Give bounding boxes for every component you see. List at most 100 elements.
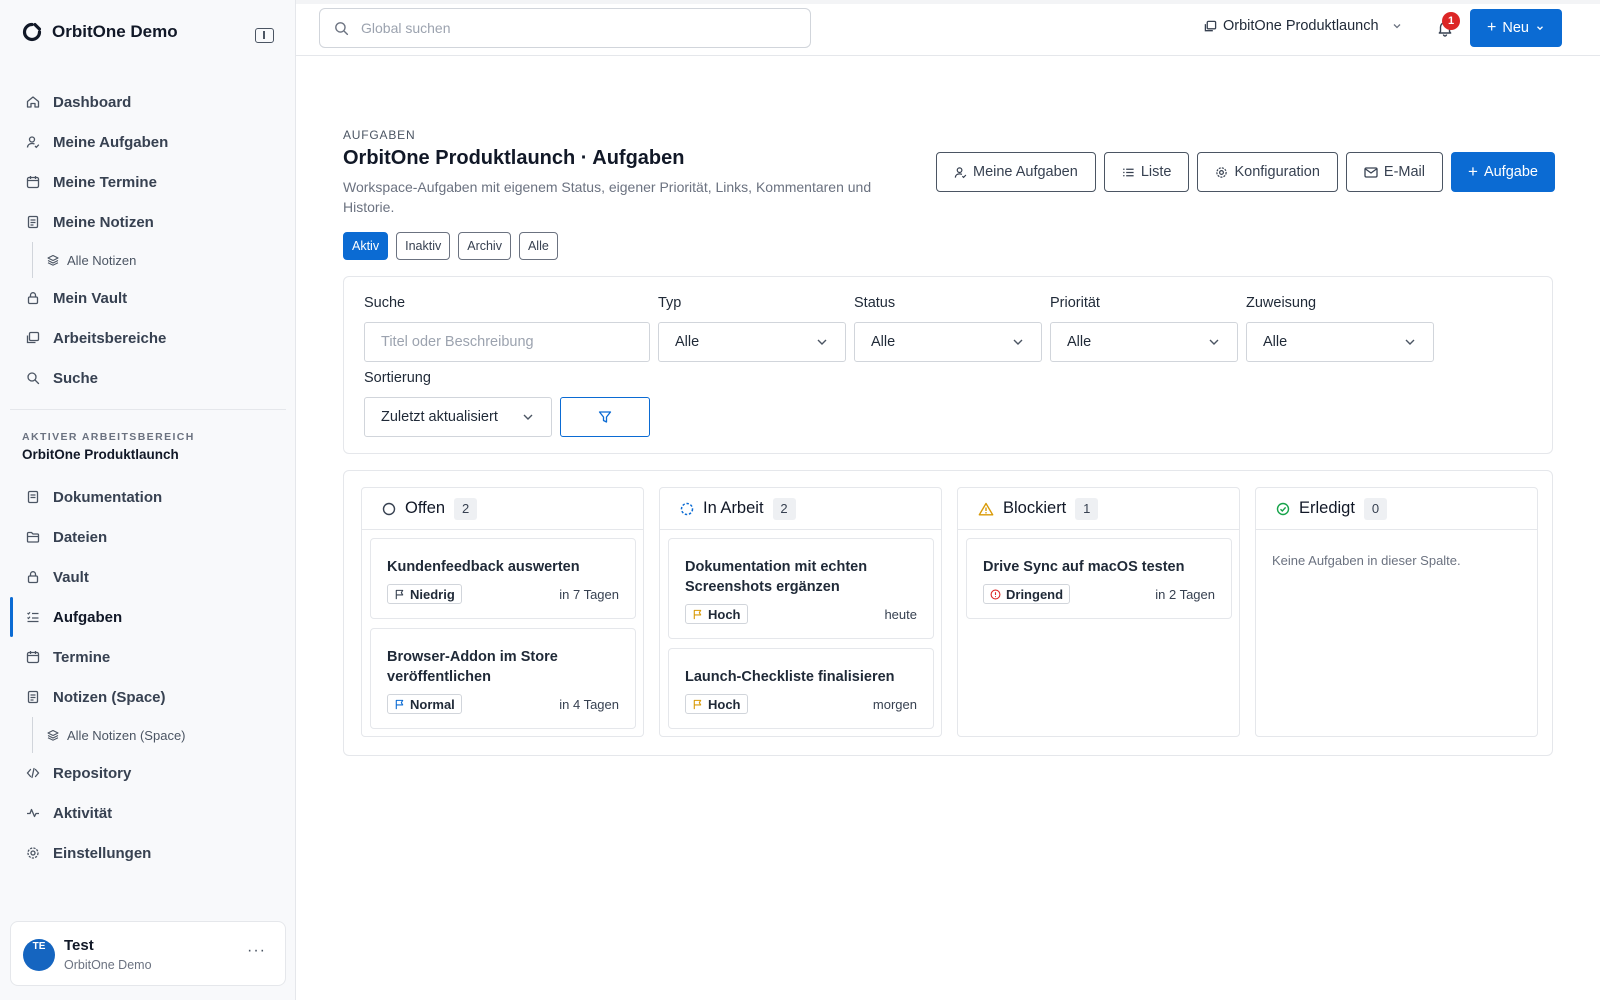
sidebar-item-search[interactable]: Suche [10, 358, 286, 398]
column-header: Offen 2 [362, 488, 643, 530]
active-workspace-name: OrbitOne Produktlaunch [22, 447, 179, 462]
sidebar-item-repository[interactable]: Repository [10, 753, 286, 793]
task-card[interactable]: Launch-Checkliste finalisieren Hoch morg… [668, 648, 934, 729]
assignment-select[interactable]: Alle [1246, 322, 1434, 362]
tab-inactive[interactable]: Inaktiv [396, 232, 451, 260]
task-due: heute [884, 606, 917, 622]
assignment-filter-label: Zuweisung [1246, 295, 1317, 311]
sidebar-item-vault[interactable]: Vault [10, 557, 286, 597]
sidebar-item-label: Mein Vault [53, 289, 128, 307]
task-title: Drive Sync auf macOS testen [983, 559, 1185, 575]
tab-all[interactable]: Alle [518, 232, 558, 260]
sidebar-subitem-all-notes[interactable]: Alle Notizen [32, 242, 286, 278]
activity-icon [27, 808, 39, 818]
column-count: 0 [1363, 497, 1387, 520]
task-due: in 2 Tagen [1155, 586, 1215, 602]
global-search[interactable] [319, 8, 811, 48]
priority-label: Hoch [708, 606, 741, 622]
sidebar-item-my-tasks[interactable]: Meine Aufgaben [10, 122, 286, 162]
apply-filter-button[interactable] [560, 397, 650, 437]
new-button[interactable]: + Neu [1470, 9, 1562, 47]
workspace-switcher[interactable]: OrbitOne Produktlaunch [1204, 18, 1403, 34]
list-view-button[interactable]: Liste [1103, 152, 1190, 192]
sidebar-collapse-icon[interactable] [255, 28, 274, 43]
app-title: OrbitOne Demo [52, 22, 178, 41]
global-search-input[interactable] [361, 20, 781, 36]
search-icon [335, 21, 349, 35]
sidebar-item-label: Dokumentation [53, 488, 163, 506]
task-card[interactable]: Kundenfeedback auswerten Niedrig in 7 Ta… [370, 538, 636, 619]
status-filter-label: Status [854, 295, 896, 311]
email-button[interactable]: E-Mail [1345, 152, 1443, 192]
sidebar-item-my-vault[interactable]: Mein Vault [10, 278, 286, 318]
workspace-switcher-label: OrbitOne Produktlaunch [1223, 18, 1379, 34]
note-icon [27, 215, 39, 229]
sidebar-subitem-all-space-notes[interactable]: Alle Notizen (Space) [32, 717, 286, 753]
page-title: OrbitOne Produktlaunch · Aufgaben [343, 147, 685, 169]
sidebar-item-label: Termine [53, 648, 111, 666]
configuration-button-label: Konfiguration [1234, 164, 1320, 180]
calendar-icon [26, 176, 40, 189]
column-count: 2 [454, 497, 478, 520]
notification-badge: 1 [1442, 12, 1460, 30]
sidebar-item-label: Vault [53, 568, 89, 586]
sidebar-item-files[interactable]: Dateien [10, 517, 286, 557]
my-tasks-button[interactable]: Meine Aufgaben [936, 152, 1096, 192]
task-card[interactable]: Dokumentation mit echten Screenshots erg… [668, 538, 934, 639]
sidebar-item-label: Meine Termine [53, 173, 157, 191]
list-icon [1122, 168, 1134, 176]
flag-icon [395, 699, 404, 709]
sidebar-item-tasks[interactable]: Aufgaben [10, 597, 286, 637]
gear-icon [27, 847, 39, 859]
sidebar-subitem-label: Alle Notizen [67, 252, 137, 268]
new-button-label: Neu [1502, 20, 1529, 36]
task-due: in 4 Tagen [559, 696, 619, 712]
home-icon [26, 96, 40, 108]
sidebar-item-my-appointments[interactable]: Meine Termine [10, 162, 286, 202]
priority-select[interactable]: Alle [1050, 322, 1238, 362]
tab-archive[interactable]: Archiv [458, 232, 511, 260]
tab-active[interactable]: Aktiv [343, 232, 389, 260]
user-card[interactable]: TE Test OrbitOne Demo ··· [10, 921, 286, 986]
task-meta: Hoch heute [685, 604, 917, 624]
column-done: Erledigt 0 Keine Aufgaben in dieser Spal… [1255, 487, 1538, 737]
sort-select[interactable]: Zuletzt aktualisiert [364, 397, 552, 437]
sidebar-item-documentation[interactable]: Dokumentation [10, 477, 286, 517]
sidebar-item-workspaces[interactable]: Arbeitsbereiche [10, 318, 286, 358]
sidebar-item-label: Meine Notizen [53, 213, 154, 231]
warning-icon [978, 502, 994, 515]
task-card[interactable]: Browser-Addon im Store veröffentlichen N… [370, 628, 636, 729]
sidebar-item-dashboard[interactable]: Dashboard [10, 82, 286, 122]
sidebar-item-appointments[interactable]: Termine [10, 637, 286, 677]
column-title: In Arbeit [703, 499, 764, 517]
configuration-button[interactable]: Konfiguration [1197, 152, 1338, 192]
brand[interactable]: OrbitOne Demo [22, 22, 178, 42]
task-meta: Dringend in 2 Tagen [983, 584, 1215, 604]
sidebar-item-label: Aktivität [53, 804, 113, 822]
column-header: Erledigt 0 [1256, 488, 1537, 530]
sidebar-item-settings[interactable]: Einstellungen [10, 833, 286, 873]
task-title: Launch-Checkliste finalisieren [685, 669, 895, 685]
gear-icon [1216, 166, 1228, 178]
header-actions: Meine Aufgaben Liste Konfiguration E-Mai… [936, 152, 1555, 192]
user-check-icon [954, 166, 967, 178]
task-card[interactable]: Drive Sync auf macOS testen Dringend in … [966, 538, 1232, 619]
page-description: Workspace-Aufgaben mit eigenem Status, e… [343, 179, 872, 215]
column-title: Erledigt [1299, 499, 1355, 517]
status-select[interactable]: Alle [854, 322, 1042, 362]
circle-icon [382, 502, 396, 515]
sidebar-item-my-notes[interactable]: Meine Notizen [10, 202, 286, 242]
task-search-input[interactable] [364, 322, 650, 362]
column-blocked: Blockiert 1 Drive Sync auf macOS testen … [957, 487, 1240, 737]
chevron-down-icon [1209, 339, 1219, 345]
add-task-button[interactable]: + Aufgabe [1451, 152, 1555, 192]
user-menu-button[interactable]: ··· [247, 942, 266, 960]
mail-icon [1364, 166, 1378, 178]
sidebar-item-activity[interactable]: Aktivität [10, 793, 286, 833]
flag-icon [693, 699, 702, 709]
chevron-down-icon [1405, 339, 1415, 345]
sidebar-item-space-notes[interactable]: Notizen (Space) [10, 677, 286, 717]
sidebar-item-label: Dateien [53, 528, 108, 546]
type-select[interactable]: Alle [658, 322, 846, 362]
avatar: TE [23, 939, 55, 971]
